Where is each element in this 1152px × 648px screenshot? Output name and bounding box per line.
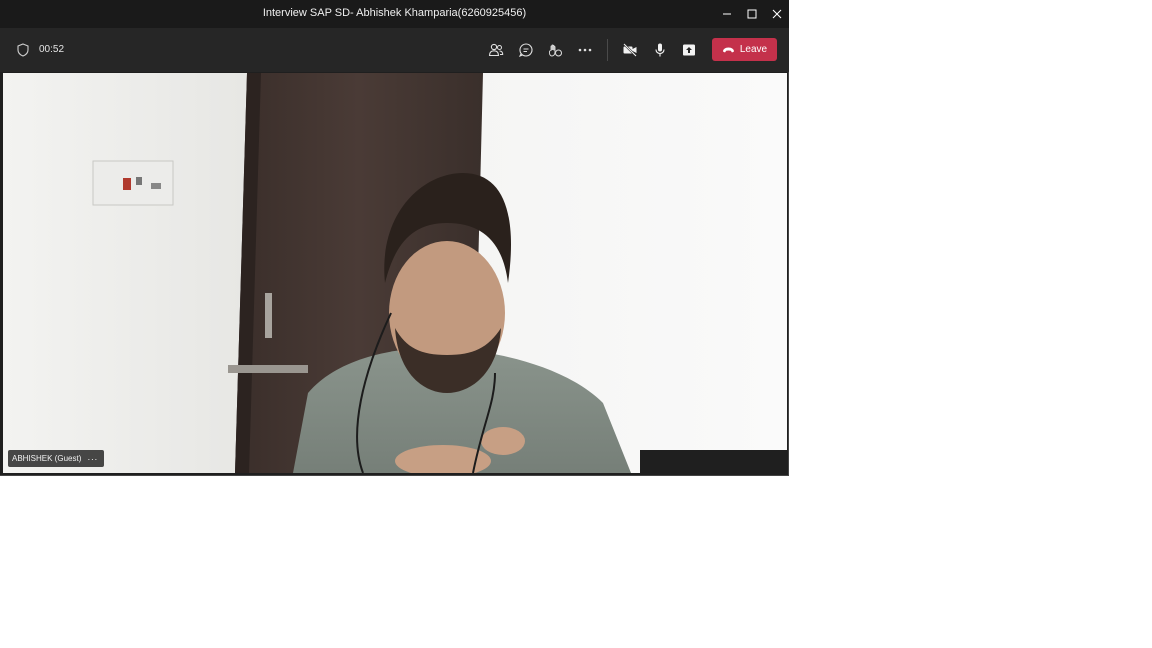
participant-more-icon[interactable]: ··· — [87, 454, 98, 464]
camera-off-icon — [623, 43, 637, 57]
people-icon — [488, 43, 504, 57]
close-button[interactable] — [765, 0, 789, 28]
close-icon — [772, 9, 782, 19]
share-screen-button[interactable] — [677, 38, 701, 62]
call-timer: 00:52 — [39, 44, 65, 55]
minimize-icon — [723, 13, 731, 15]
leave-button[interactable]: Leave — [712, 38, 777, 61]
chat-icon — [518, 43, 533, 58]
title-bar: Interview SAP SD- Abhishek Khamparia(626… — [0, 0, 789, 28]
participant-video — [3, 73, 787, 473]
window-title: Interview SAP SD- Abhishek Khamparia(626… — [262, 7, 527, 19]
toolbar-divider — [607, 39, 608, 61]
more-icon — [578, 48, 592, 52]
shield-icon — [17, 43, 29, 57]
maximize-button[interactable] — [740, 0, 764, 28]
chat-button[interactable] — [514, 38, 538, 62]
microphone-toggle-button[interactable] — [648, 38, 672, 62]
maximize-icon — [747, 9, 757, 19]
meeting-window: Interview SAP SD- Abhishek Khamparia(626… — [0, 0, 789, 476]
minimize-button[interactable] — [715, 0, 739, 28]
self-view-tile: GS — [640, 450, 787, 473]
camera-toggle-button[interactable] — [618, 38, 642, 62]
meeting-info-button[interactable] — [11, 38, 35, 62]
leave-label: Leave — [739, 44, 768, 55]
mic-icon — [655, 43, 665, 57]
phone-hangup-icon — [722, 47, 734, 52]
share-icon — [683, 44, 695, 56]
reactions-button[interactable] — [543, 38, 567, 62]
participants-button[interactable] — [484, 38, 508, 62]
video-stage: ABHISHEK (Guest) ··· GS — [3, 73, 787, 473]
participant-name: ABHISHEK (Guest) — [12, 454, 82, 463]
meeting-toolbar: 00:52 Leave — [0, 28, 789, 72]
participant-name-tag: ABHISHEK (Guest) ··· — [8, 450, 104, 467]
reactions-icon — [549, 44, 562, 57]
more-actions-button[interactable] — [573, 38, 597, 62]
